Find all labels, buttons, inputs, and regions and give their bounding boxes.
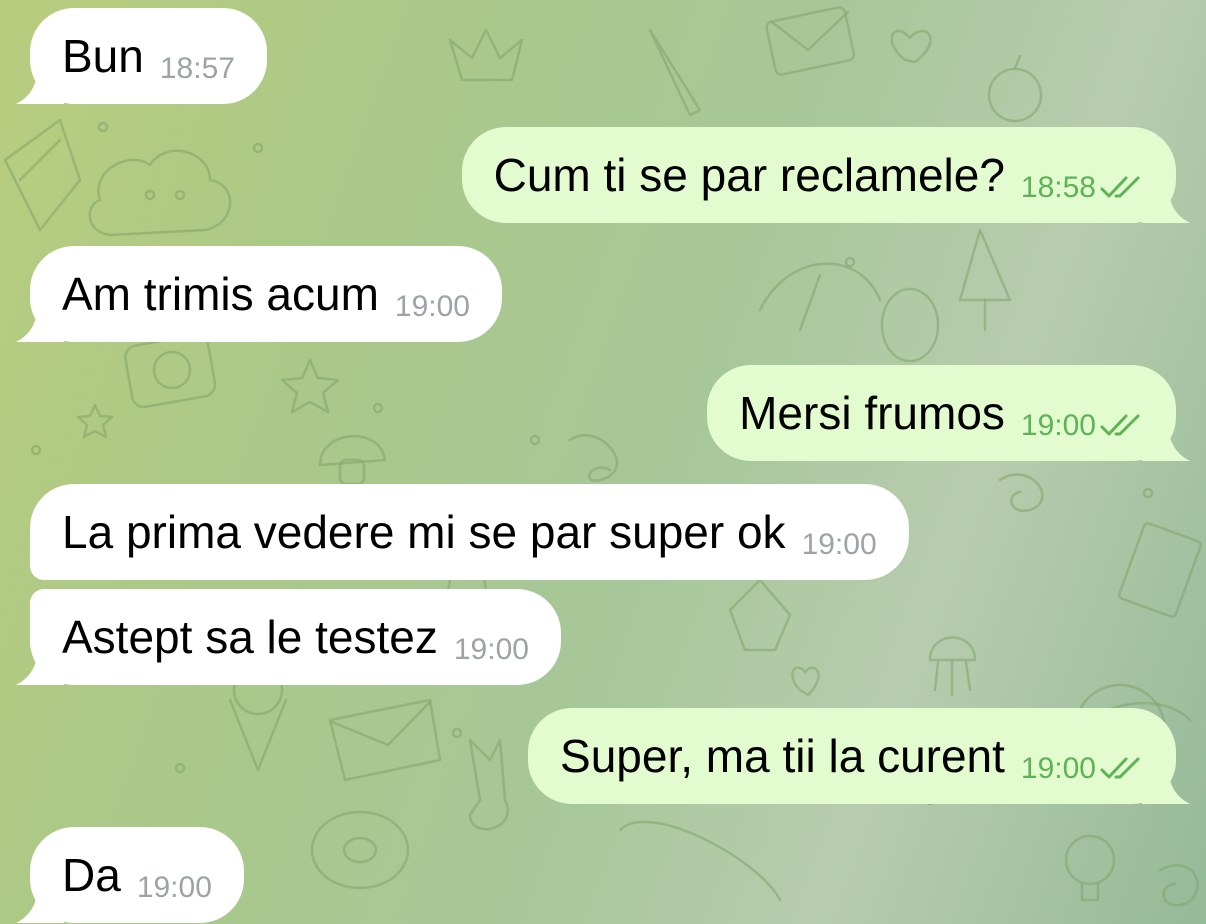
message-incoming[interactable]: La prima vedere mi se par super ok 19:00	[30, 484, 909, 580]
double-check-icon	[1100, 176, 1140, 198]
message-meta: 19:00	[137, 873, 212, 903]
message-meta: 18:57	[160, 54, 235, 84]
message-text: Super, ma tii la curent	[560, 730, 1005, 782]
message-text: Astept sa le testez	[62, 611, 438, 663]
message-outgoing[interactable]: Mersi frumos 19:00	[707, 365, 1190, 461]
message-meta: 19:00	[454, 635, 529, 665]
message-meta: 19:00	[802, 530, 877, 560]
message-time: 19:00	[394, 290, 470, 323]
message-text: Cum ti se par reclamele?	[493, 149, 1005, 201]
message-time: 18:58	[1020, 171, 1096, 204]
message-bubble[interactable]: Bun 18:57	[30, 8, 267, 104]
message-outgoing[interactable]: Super, ma tii la curent 19:00	[528, 708, 1190, 804]
message-bubble[interactable]: Astept sa le testez 19:00	[30, 589, 561, 685]
message-meta: 19:00	[395, 292, 470, 322]
message-time: 19:00	[1020, 752, 1096, 785]
message-bubble[interactable]: Da 19:00	[30, 827, 244, 923]
message-bubble[interactable]: Cum ti se par reclamele? 18:58	[461, 127, 1176, 223]
message-meta: 19:00	[1021, 411, 1144, 441]
message-text: La prima vedere mi se par super ok	[62, 506, 786, 558]
message-list[interactable]: Bun 18:57 Cum ti se par reclamele? 18:58…	[0, 0, 1206, 924]
message-time: 19:00	[1020, 409, 1096, 442]
message-outgoing[interactable]: Cum ti se par reclamele? 18:58	[461, 127, 1190, 223]
double-check-icon	[1100, 757, 1140, 779]
message-bubble[interactable]: Mersi frumos 19:00	[707, 365, 1176, 461]
message-text: Da	[62, 849, 121, 901]
message-text: Mersi frumos	[739, 387, 1005, 439]
message-time: 19:00	[453, 633, 529, 666]
message-incoming[interactable]: Astept sa le testez 19:00	[16, 589, 561, 685]
message-meta: 19:00	[1021, 754, 1144, 784]
message-bubble[interactable]: La prima vedere mi se par super ok 19:00	[30, 484, 909, 580]
message-text: Am trimis acum	[62, 268, 379, 320]
message-bubble[interactable]: Am trimis acum 19:00	[30, 246, 502, 342]
message-bubble[interactable]: Super, ma tii la curent 19:00	[528, 708, 1176, 804]
message-incoming[interactable]: Bun 18:57	[16, 8, 267, 104]
double-check-icon	[1100, 414, 1140, 436]
message-time: 18:57	[159, 52, 235, 85]
message-incoming[interactable]: Am trimis acum 19:00	[16, 246, 502, 342]
message-text: Bun	[62, 30, 144, 82]
message-time: 19:00	[136, 871, 212, 904]
message-meta: 18:58	[1021, 173, 1144, 203]
message-time: 19:00	[801, 528, 877, 561]
message-incoming[interactable]: Da 19:00	[16, 827, 244, 923]
